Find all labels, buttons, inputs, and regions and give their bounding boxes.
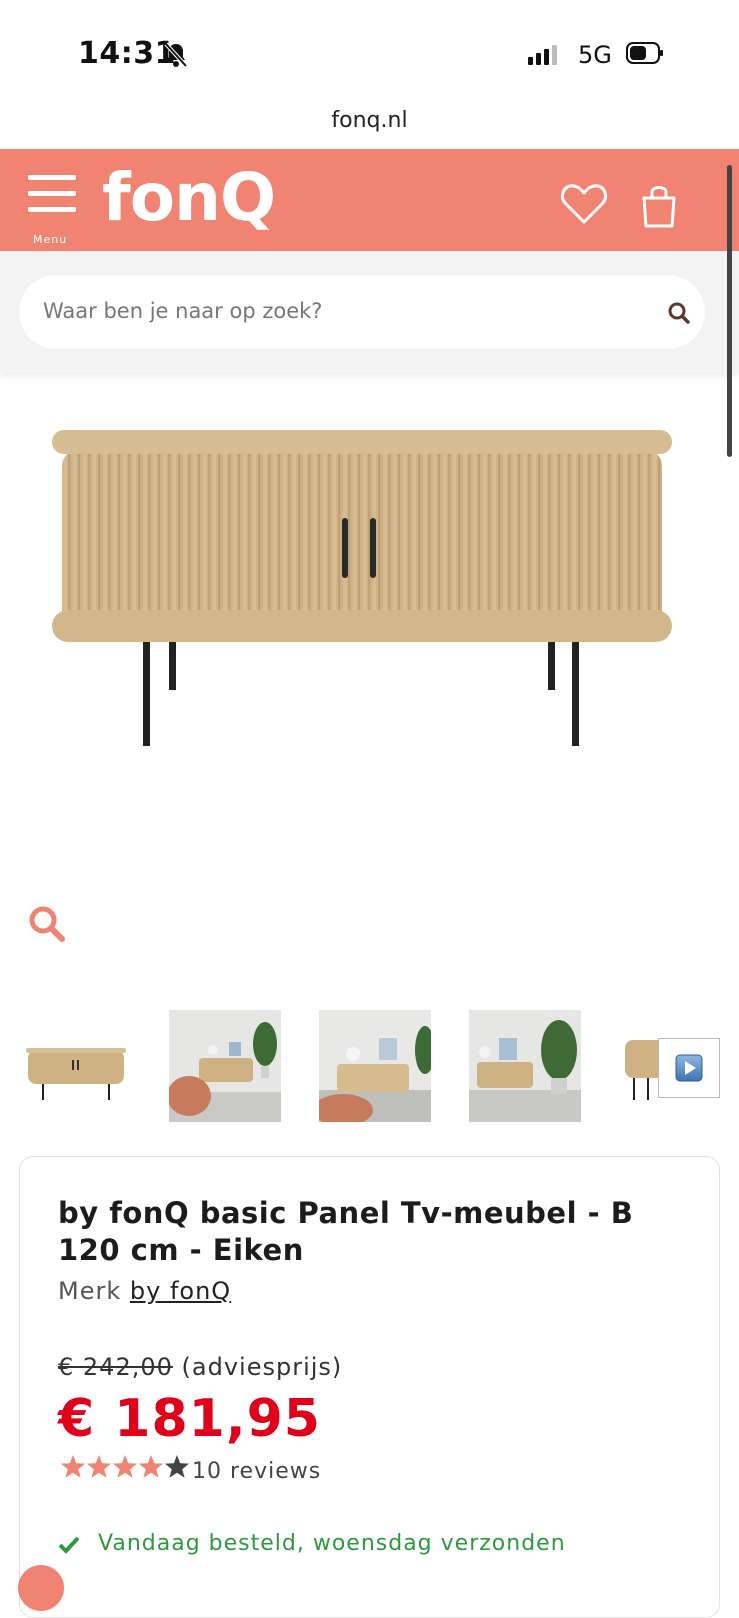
old-price-note: (adviesprijs) — [181, 1353, 343, 1381]
network-type: 5G — [578, 41, 612, 69]
menu-icon — [28, 175, 76, 180]
thumbnail-room-1[interactable] — [169, 1010, 281, 1122]
old-price-row: € 242,00 (adviesprijs) — [58, 1353, 342, 1381]
shipping-text: Vandaag besteld, woensdag verzonden — [98, 1531, 566, 1556]
product-main-image[interactable] — [40, 420, 700, 770]
page-scrollbar[interactable] — [727, 165, 732, 457]
menu-icon-bar — [28, 207, 76, 212]
signal-icon — [528, 44, 560, 70]
thumbnail-product-side[interactable] — [619, 1010, 659, 1122]
menu-icon-bar — [28, 191, 76, 196]
thumbnail-product-front[interactable] — [20, 1010, 132, 1122]
thumbnail-strip — [0, 1010, 739, 1124]
menu-button[interactable]: Menu — [28, 175, 76, 246]
site-logo[interactable]: fonQ — [102, 159, 276, 236]
reviews-link[interactable]: 10 reviews — [192, 1459, 321, 1484]
thumbnail-room-3[interactable] — [469, 1010, 581, 1122]
menu-label: Menu — [33, 233, 68, 246]
shopping-bag-icon[interactable] — [640, 182, 678, 232]
wishlist-heart-icon[interactable] — [560, 182, 608, 230]
search-icon[interactable] — [667, 301, 691, 329]
bell-muted-icon — [164, 42, 188, 72]
product-info-card: by fonQ basic Panel Tv-meubel - B 120 cm… — [19, 1156, 720, 1618]
old-price: € 242,00 — [58, 1353, 173, 1381]
status-bar: 14:31 5G — [0, 0, 739, 100]
product-title: by fonQ basic Panel Tv-meubel - B 120 cm… — [58, 1196, 634, 1267]
brand-link[interactable]: by fonQ — [130, 1277, 231, 1305]
rating-stars[interactable] — [60, 1453, 192, 1487]
zoom-icon[interactable] — [28, 905, 66, 947]
check-icon — [58, 1535, 80, 1560]
play-icon — [675, 1054, 703, 1086]
battery-icon — [626, 42, 664, 68]
thumbnail-room-2[interactable] — [319, 1010, 431, 1122]
chat-button[interactable] — [18, 1565, 64, 1611]
product-brand: Merk by fonQ — [58, 1277, 231, 1305]
next-image-button[interactable] — [658, 1038, 720, 1098]
search-placeholder: Waar ben je naar op zoek? — [43, 299, 323, 323]
star-icon — [61, 1455, 189, 1478]
search-bar-area: Waar ben je naar op zoek? — [0, 251, 739, 373]
brand-prefix: Merk — [58, 1277, 122, 1305]
current-price: € 181,95 — [58, 1389, 321, 1449]
search-input[interactable]: Waar ben je naar op zoek? — [19, 275, 705, 349]
site-header: Menu fonQ — [0, 149, 739, 251]
status-time: 14:31 — [78, 36, 176, 71]
browser-url[interactable]: fonq.nl — [0, 108, 739, 133]
